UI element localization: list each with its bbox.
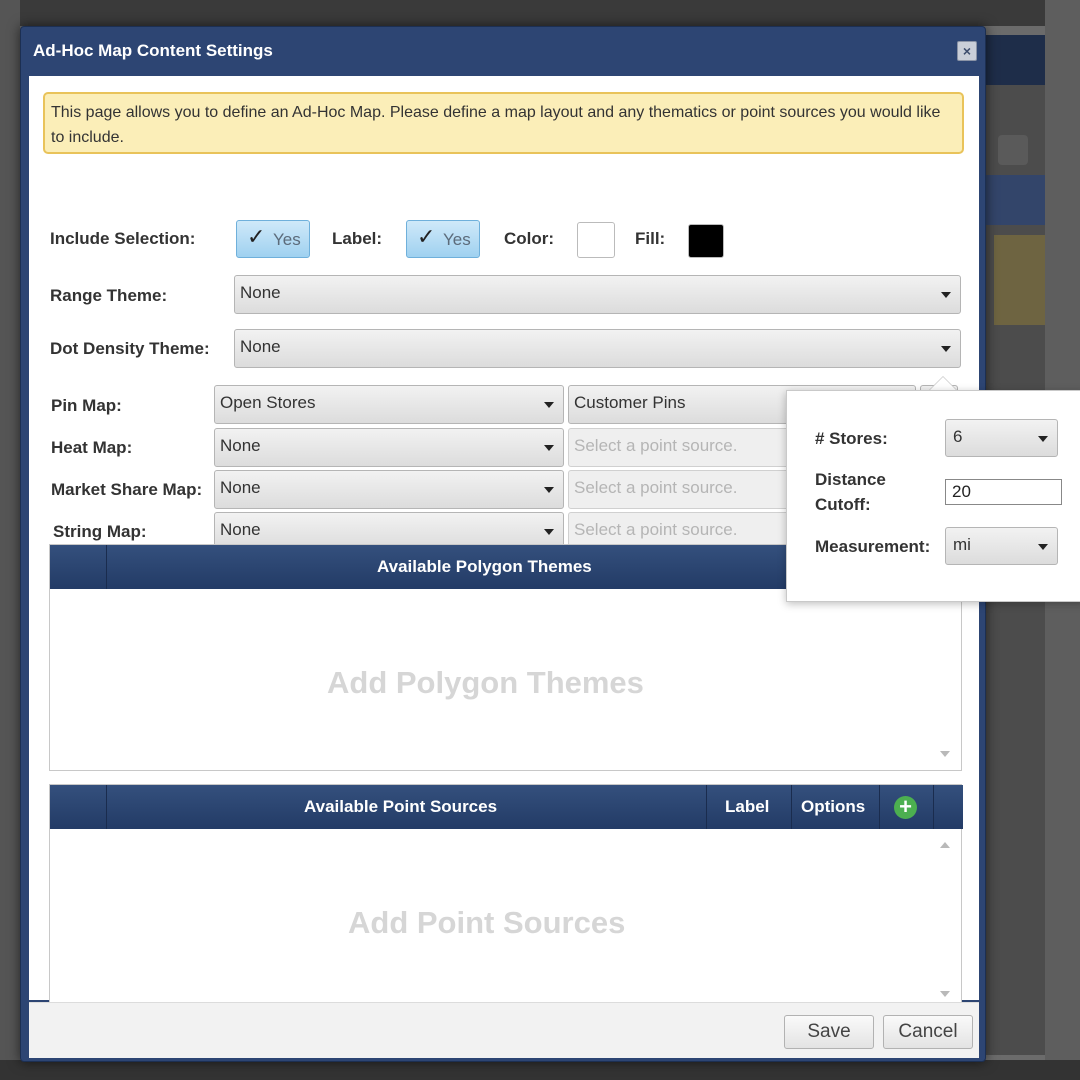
chevron-down-icon [1038,544,1048,550]
measurement-label: Measurement: [815,537,931,556]
cancel-button[interactable]: Cancel [883,1015,973,1049]
checkmark-icon: ✓ [417,224,436,249]
range-theme-value: None [240,283,281,302]
include-selection-value: Yes [273,230,301,249]
dot-density-theme-select[interactable]: None [234,329,961,368]
options-column[interactable]: Options [791,785,879,829]
stores-label: # Stores: [815,429,888,448]
market-share-map-select[interactable]: None [214,470,564,509]
heat-map-value: None [220,436,261,455]
distance-label-line1: Distance [815,470,886,489]
polygon-themes-placeholder: Add Polygon Themes [327,665,644,700]
save-button[interactable]: Save [784,1015,874,1049]
info-message: This page allows you to define an Ad-Hoc… [43,92,964,154]
string-map-value: None [220,520,261,539]
market-share-map-label: Market Share Map: [51,480,203,499]
popover-caret [929,377,957,391]
label-toggle-value: Yes [443,230,471,249]
range-theme-select[interactable]: None [234,275,961,314]
point-sources-title: Available Point Sources [304,797,498,816]
scroll-down-icon[interactable] [940,991,950,997]
heat-map-select[interactable]: None [214,428,564,467]
background-dialog-header [986,35,1046,85]
market-share-map-source-placeholder: Select a point source. [574,478,738,497]
dot-density-theme-value: None [240,337,281,356]
include-selection-label: Include Selection: [50,229,196,248]
dialog-footer: Save Cancel [29,1002,979,1058]
include-selection-toggle[interactable]: ✓ Yes [236,220,310,258]
pin-map-select[interactable]: Open Stores [214,385,564,424]
options-column-title: Options [801,797,866,816]
chevron-down-icon [544,402,554,408]
background-bottombar [0,1060,1080,1080]
string-map-source-placeholder: Select a point source. [574,520,738,539]
chevron-down-icon [544,487,554,493]
add-point-source-column: + [879,785,933,829]
point-sources-placeholder: Add Point Sources [348,905,626,940]
scroll-down-icon[interactable] [940,751,950,757]
add-icon[interactable]: + [894,796,917,819]
heat-map-label: Heat Map: [51,438,133,457]
measurement-value: mi [953,535,971,554]
background-band [986,175,1046,225]
measurement-select[interactable]: mi [945,527,1058,565]
stores-value: 6 [953,427,963,446]
label-column[interactable]: Label [706,785,791,829]
dot-density-theme-label: Dot Density Theme: [50,339,210,358]
market-share-map-value: None [220,478,261,497]
label-toggle-label: Label: [332,229,383,248]
string-map-label: String Map: [53,522,147,541]
point-sources-grid: Available Point Sources Label Options + … [49,784,963,1011]
chevron-down-icon [1038,436,1048,442]
background-left-strip [0,0,20,1080]
background-topbar [0,0,1080,26]
pin-map-source-value: Customer Pins [574,393,686,412]
range-theme-label: Range Theme: [50,286,168,305]
distance-cutoff-input[interactable] [945,479,1062,505]
pin-map-value: Open Stores [220,393,316,412]
color-label: Color: [504,229,555,248]
point-sources-column[interactable]: Available Point Sources [106,785,706,829]
chevron-down-icon [941,292,951,298]
chevron-down-icon [941,346,951,352]
header-spacer [933,785,963,829]
stores-select[interactable]: 6 [945,419,1058,457]
label-column-title: Label [725,797,770,816]
label-toggle[interactable]: ✓ Yes [406,220,480,258]
heat-map-source-placeholder: Select a point source. [574,436,738,455]
fill-swatch[interactable] [688,224,724,258]
fill-label: Fill: [635,229,666,248]
polygon-themes-title: Available Polygon Themes [377,557,592,576]
pin-map-label: Pin Map: [51,396,122,415]
chevron-down-icon [544,529,554,535]
pin-map-options-popover: # Stores: 6 Distance Cutoff: Measurement… [786,390,1080,602]
chevron-down-icon [544,445,554,451]
close-icon[interactable]: × [957,41,977,61]
point-sources-header: Available Point Sources Label Options + [50,785,963,829]
color-swatch[interactable] [577,222,615,258]
scroll-up-icon[interactable] [940,842,950,848]
checkmark-icon: ✓ [247,224,266,249]
background-button [998,135,1028,165]
dialog-title: Ad-Hoc Map Content Settings [33,41,273,60]
distance-label-line2: Cutoff: [815,495,871,514]
